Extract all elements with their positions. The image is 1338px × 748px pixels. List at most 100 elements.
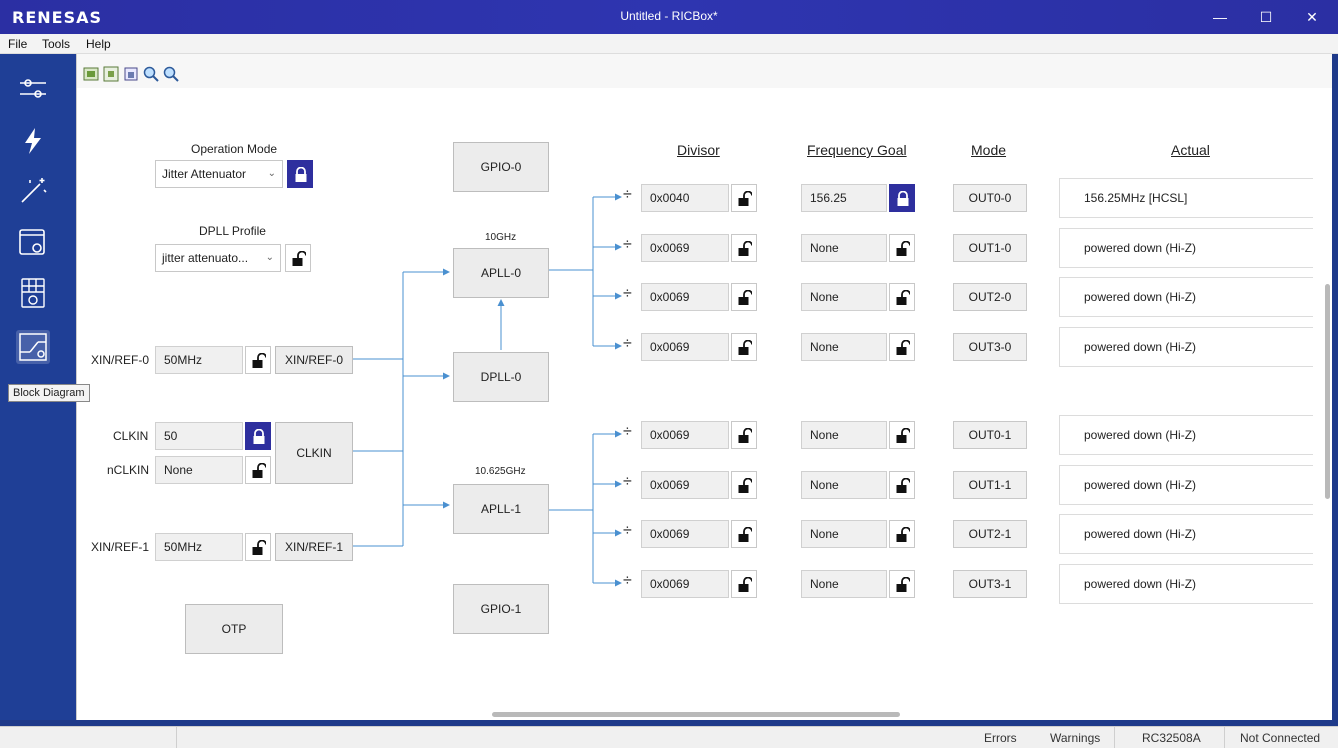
mode-button[interactable]: OUT0-0 — [953, 184, 1027, 212]
divisor-lock-button[interactable] — [731, 471, 757, 499]
xin-ref-0-lock-button[interactable] — [245, 346, 271, 374]
divisor-input[interactable]: 0x0069 — [641, 570, 729, 598]
frequency-goal-input[interactable]: None — [801, 283, 887, 311]
frequency-goal-lock-button[interactable] — [889, 333, 915, 361]
status-bar: Errors Warnings RC32508A Not Connected — [0, 726, 1338, 748]
mode-button[interactable]: OUT1-0 — [953, 234, 1027, 262]
frequency-goal-input[interactable]: None — [801, 421, 887, 449]
dpll-profile-lock-button[interactable] — [285, 244, 311, 272]
otp-block[interactable]: OTP — [185, 604, 283, 654]
minimize-button[interactable]: — — [1200, 4, 1240, 30]
block-diagram-icon[interactable] — [16, 330, 50, 364]
actual-value: powered down (Hi-Z) — [1059, 514, 1313, 554]
frequency-goal-lock-button[interactable] — [889, 184, 915, 212]
menu-tools[interactable]: Tools — [42, 37, 70, 51]
divide-icon: ÷ — [623, 572, 632, 589]
lock-closed-icon — [295, 167, 307, 182]
lock-open-icon — [738, 577, 752, 592]
lightning-icon[interactable] — [16, 124, 50, 158]
menu-help[interactable]: Help — [86, 37, 111, 51]
frequency-goal-lock-button[interactable] — [889, 471, 915, 499]
divisor-lock-button[interactable] — [731, 570, 757, 598]
clkin-block[interactable]: CLKIN — [275, 422, 353, 484]
divisor-lock-button[interactable] — [731, 520, 757, 548]
xin-ref-0-input[interactable]: 50MHz — [155, 346, 243, 374]
frequency-goal-lock-button[interactable] — [889, 283, 915, 311]
lock-open-icon — [292, 251, 306, 266]
actual-value: 156.25MHz [HCSL] — [1059, 178, 1313, 218]
xin-ref-1-lock-button[interactable] — [245, 533, 271, 561]
mode-button[interactable]: OUT1-1 — [953, 471, 1027, 499]
divisor-input[interactable]: 0x0069 — [641, 333, 729, 361]
nclkin-input[interactable]: None — [155, 456, 243, 484]
close-button[interactable]: ✕ — [1292, 4, 1332, 30]
divisor-input[interactable]: 0x0069 — [641, 471, 729, 499]
mode-button[interactable]: OUT3-0 — [953, 333, 1027, 361]
actual-value: powered down (Hi-Z) — [1059, 327, 1313, 367]
divisor-lock-button[interactable] — [731, 421, 757, 449]
clkin-lock-button[interactable] — [245, 422, 271, 450]
apll-1-block[interactable]: APLL-1 — [453, 484, 549, 534]
divisor-input[interactable]: 0x0069 — [641, 283, 729, 311]
menu-file[interactable]: File — [8, 37, 27, 51]
divisor-input[interactable]: 0x0069 — [641, 234, 729, 262]
lock-open-icon — [896, 478, 910, 493]
lock-open-icon — [252, 463, 266, 478]
frequency-goal-input[interactable]: None — [801, 471, 887, 499]
clkin-label: CLKIN — [113, 429, 149, 443]
mode-button[interactable]: OUT3-1 — [953, 570, 1027, 598]
operation-mode-lock-button[interactable] — [287, 160, 313, 188]
wizard-wand-icon[interactable] — [16, 174, 50, 208]
clkin-input[interactable]: 50 — [155, 422, 243, 450]
frequency-goal-input[interactable]: None — [801, 570, 887, 598]
frequency-goal-input[interactable]: None — [801, 234, 887, 262]
lock-open-icon — [738, 478, 752, 493]
settings-window-icon[interactable] — [16, 226, 50, 260]
horizontal-scrollbar[interactable] — [492, 712, 900, 717]
connections-icon[interactable] — [16, 72, 50, 106]
divisor-lock-button[interactable] — [731, 333, 757, 361]
divisor-lock-button[interactable] — [731, 234, 757, 262]
frequency-goal-input[interactable]: 156.25 — [801, 184, 887, 212]
lock-open-icon — [738, 340, 752, 355]
maximize-button[interactable]: ☐ — [1246, 4, 1286, 30]
actual-header: Actual — [1171, 142, 1210, 158]
errors-status[interactable]: Errors — [984, 731, 1017, 745]
gpio-0-block[interactable]: GPIO-0 — [453, 142, 549, 192]
xin-ref-1-block[interactable]: XIN/REF-1 — [275, 533, 353, 561]
actual-value: powered down (Hi-Z) — [1059, 465, 1313, 505]
frequency-goal-input[interactable]: None — [801, 520, 887, 548]
status-divider — [1224, 727, 1225, 748]
frequency-goal-lock-button[interactable] — [889, 421, 915, 449]
lock-closed-icon — [253, 429, 265, 444]
dpll-0-block[interactable]: DPLL-0 — [453, 352, 549, 402]
divisor-input[interactable]: 0x0069 — [641, 421, 729, 449]
operation-mode-dropdown[interactable]: Jitter Attenuator ⌄ — [155, 160, 283, 188]
register-grid-icon[interactable] — [16, 276, 50, 310]
divisor-input[interactable]: 0x0040 — [641, 184, 729, 212]
gpio-1-block[interactable]: GPIO-1 — [453, 584, 549, 634]
block-diagram-canvas: Operation Mode Jitter Attenuator ⌄ DPLL … — [76, 54, 1332, 720]
nclkin-lock-button[interactable] — [245, 456, 271, 484]
block-diagram-tooltip: Block Diagram — [8, 384, 90, 402]
dpll-profile-dropdown[interactable]: jitter attenuato... ⌄ — [155, 244, 281, 272]
xin-ref-0-block[interactable]: XIN/REF-0 — [275, 346, 353, 374]
frequency-goal-input[interactable]: None — [801, 333, 887, 361]
lock-open-icon — [896, 340, 910, 355]
apll-0-block[interactable]: APLL-0 — [453, 248, 549, 298]
lock-open-icon — [738, 241, 752, 256]
mode-button[interactable]: OUT0-1 — [953, 421, 1027, 449]
operation-mode-value: Jitter Attenuator — [162, 167, 247, 181]
divisor-lock-button[interactable] — [731, 283, 757, 311]
warnings-status[interactable]: Warnings — [1050, 731, 1100, 745]
divisor-input[interactable]: 0x0069 — [641, 520, 729, 548]
divisor-lock-button[interactable] — [731, 184, 757, 212]
vertical-scrollbar[interactable] — [1325, 284, 1330, 499]
xin-ref-1-input[interactable]: 50MHz — [155, 533, 243, 561]
frequency-goal-lock-button[interactable] — [889, 570, 915, 598]
mode-button[interactable]: OUT2-0 — [953, 283, 1027, 311]
frequency-goal-lock-button[interactable] — [889, 234, 915, 262]
mode-button[interactable]: OUT2-1 — [953, 520, 1027, 548]
frequency-goal-lock-button[interactable] — [889, 520, 915, 548]
lock-open-icon — [738, 290, 752, 305]
